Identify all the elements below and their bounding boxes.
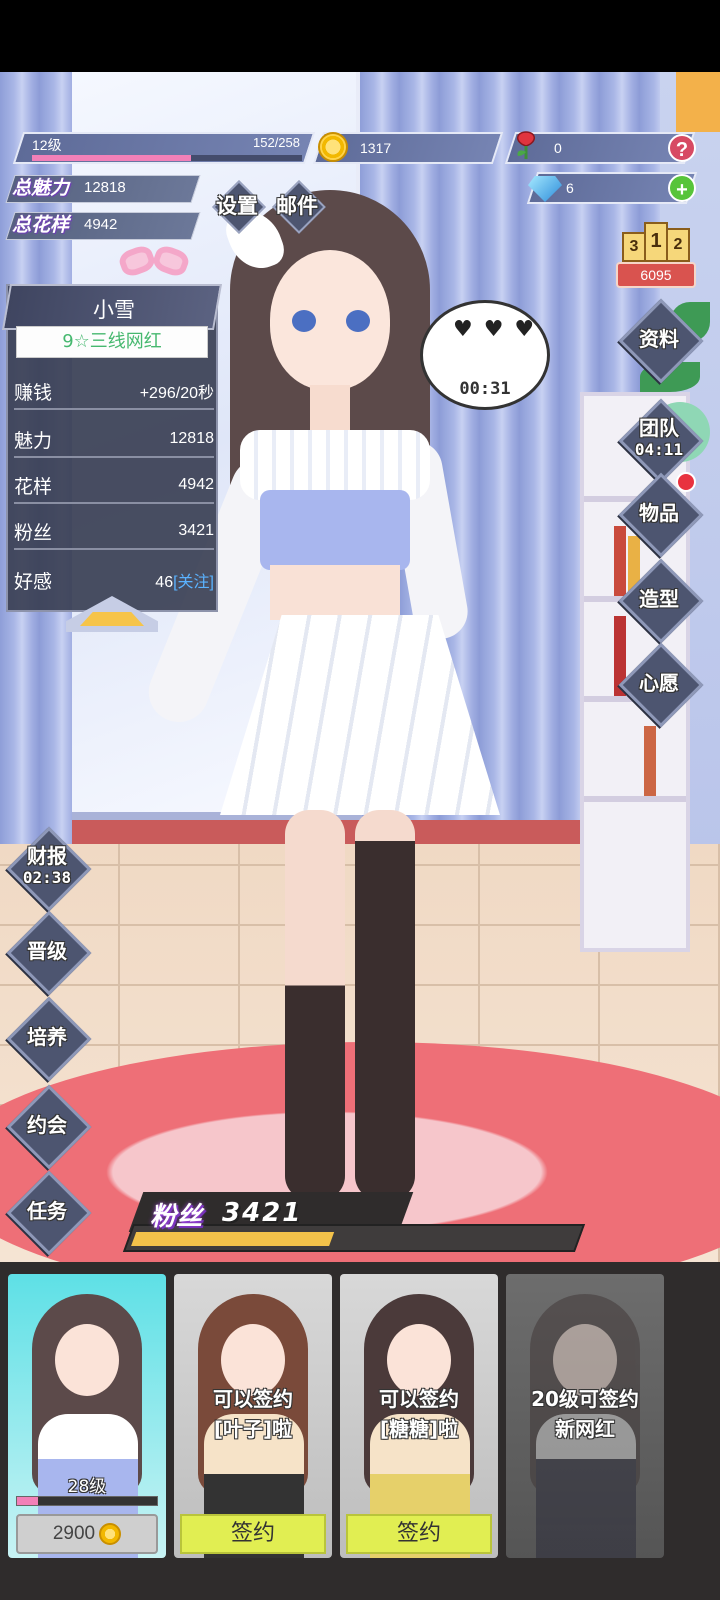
roster-card-tangtang[interactable]: 可以签约 [糖糖]啦 签约 xyxy=(340,1274,498,1558)
team-timer: 04:11 xyxy=(634,440,684,459)
stat-row-fans: 粉丝 3421 xyxy=(14,514,214,550)
total-charm-value: 12818 xyxy=(84,179,126,196)
speech-bubble[interactable]: ♥ ♥ ♥ 00:31 xyxy=(420,300,550,410)
sign-button-yezi[interactable]: 签约 xyxy=(180,1514,326,1554)
promote-button[interactable]: 晋级 xyxy=(10,914,84,988)
stat-row-style: 花样 4942 xyxy=(14,468,214,504)
bubble-timer: 00:31 xyxy=(459,379,511,399)
wish-button[interactable]: 心愿 xyxy=(622,646,696,720)
finance-timer: 02:38 xyxy=(22,868,72,887)
coin-count: 1317 xyxy=(360,140,392,156)
train-button[interactable]: 培养 xyxy=(10,1000,84,1074)
stat-row-charm: 魅力 12818 xyxy=(14,422,214,458)
profile-button[interactable]: 资料 xyxy=(622,302,696,376)
exp-progress-bar xyxy=(32,155,302,161)
coin-icon xyxy=(99,1523,122,1545)
level-label: 12级 xyxy=(32,137,62,153)
sign-button-tangtang[interactable]: 签约 xyxy=(346,1514,492,1554)
ranking-score: 6095 xyxy=(616,262,696,288)
exp-text: 152/258 xyxy=(253,135,300,150)
roster-level-bar xyxy=(16,1496,158,1506)
roster-level: 28级 xyxy=(67,1477,107,1497)
team-button[interactable]: 团队 04:11 xyxy=(622,402,696,476)
wall-frame xyxy=(676,72,720,132)
coin-icon xyxy=(318,132,348,162)
character-rank: 9☆三线网红 xyxy=(16,326,208,358)
settings-button[interactable]: 设置 xyxy=(212,180,262,230)
roster-card-locked[interactable]: 20级可签约 新网红 xyxy=(506,1274,664,1558)
styling-button[interactable]: 造型 xyxy=(622,562,696,636)
upgrade-price-button[interactable]: 2900 xyxy=(16,1514,158,1554)
finance-report-button[interactable]: 财报 02:38 xyxy=(10,830,84,904)
roster-card-yezi[interactable]: 可以签约 [叶子]啦 签约 xyxy=(174,1274,332,1558)
fans-value: 3421 xyxy=(222,1198,303,1228)
ranking-button[interactable]: 3 1 2 6095 xyxy=(616,216,696,290)
diamond-count: 6 xyxy=(566,180,574,196)
roster-panel: 28级 2900 可以签约 [叶子]啦 签约 可以签约 [糖糖]啦 签约 20级… xyxy=(0,1262,720,1600)
stat-row-earnings: 赚钱 +296/20秒 xyxy=(14,374,214,410)
mail-button[interactable]: 邮件 xyxy=(272,180,322,230)
total-style-value: 4942 xyxy=(84,216,118,233)
podium-icon: 2 xyxy=(666,228,690,262)
total-charm-label: 总魅力 xyxy=(12,177,70,199)
settings-label: 设置 xyxy=(216,194,258,218)
podium-icon: 3 xyxy=(622,232,646,262)
total-style-label: 总花样 xyxy=(12,214,70,236)
follow-link[interactable]: [关注] xyxy=(173,574,214,591)
notification-dot xyxy=(676,472,696,492)
add-diamond-button[interactable]: + xyxy=(668,174,696,202)
hearts-icon: ♥ ♥ ♥ xyxy=(453,317,537,342)
roster-card-xiaoxue[interactable]: 28级 2900 xyxy=(8,1274,166,1558)
stat-row-affection: 好感 46[关注] xyxy=(14,570,214,593)
tasks-button[interactable]: 任务 xyxy=(10,1174,84,1248)
rose-count: 0 xyxy=(554,140,562,156)
podium-icon: 1 xyxy=(644,222,668,262)
mail-label: 邮件 xyxy=(276,194,318,218)
fans-label: 粉丝 xyxy=(150,1202,203,1232)
character-info-card: 小雪 9☆三线网红 赚钱 +296/20秒 魅力 12818 花样 4942 粉… xyxy=(1,284,223,612)
rose-icon xyxy=(517,131,535,159)
help-button[interactable]: ? xyxy=(668,134,696,162)
card-bow-decoration xyxy=(116,242,192,288)
date-button[interactable]: 约会 xyxy=(10,1088,84,1162)
level-bar: 12级 152/258 xyxy=(12,132,316,164)
character-name: 小雪 xyxy=(93,298,135,322)
